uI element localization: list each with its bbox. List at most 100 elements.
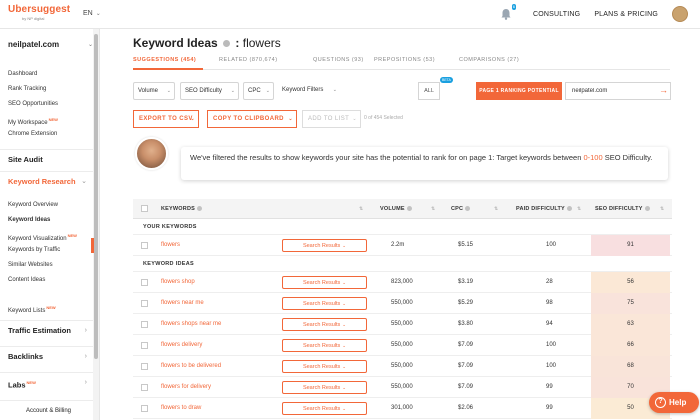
tab-related[interactable]: RELATED (870,674) (219, 57, 278, 63)
sidebar-item-dashboard[interactable]: Dashboard (8, 67, 58, 82)
sidebar-item-similar-websites[interactable]: Similar Websites (8, 258, 77, 273)
sidebar-section-traffic-estimation[interactable]: Traffic Estimation › (0, 320, 93, 340)
header-volume[interactable]: VOLUME (380, 199, 412, 219)
table-row[interactable]: flowers shops near me Search Results ⌄ 550,… (133, 314, 672, 335)
search-results-button[interactable]: Search Results ⌄ (282, 318, 367, 331)
sort-icon[interactable]: ⇅ (431, 199, 435, 219)
keyword-link[interactable]: flowers shop (161, 272, 195, 293)
sidebar-item-keywords-by-traffic[interactable]: Keywords by Traffic (8, 243, 77, 258)
keyword-link[interactable]: flowers to draw (161, 398, 201, 419)
sort-icon[interactable]: ⇅ (660, 199, 664, 219)
plans-pricing-link[interactable]: PLANS & PRICING (594, 11, 658, 18)
table-row[interactable]: flowers shop Search Results ⌄ 823,000 $3.19 2… (133, 272, 672, 293)
sidebar-item-my-workspace[interactable]: My WorkspaceNEW (8, 112, 58, 127)
keyword-filters-dropdown[interactable]: Keyword Filters ⌄ (278, 82, 340, 100)
keyword-link[interactable]: flowers near me (161, 293, 204, 314)
volume-cell: 550,000 (391, 300, 413, 306)
notification-badge: 6 (511, 4, 516, 10)
language-selector[interactable]: EN ⌄ (83, 10, 101, 17)
button-label: EXPORT TO CSV (139, 116, 193, 122)
sort-icon[interactable]: ⇅ (494, 199, 498, 219)
sidebar-section-backlinks[interactable]: Backlinks › (0, 346, 93, 366)
keyword-link[interactable]: flowers to be delivered (161, 356, 221, 377)
search-results-button[interactable]: Search Results ⌄ (282, 360, 367, 373)
chevron-down-icon: ⌄ (288, 116, 293, 122)
row-checkbox[interactable] (141, 384, 148, 391)
header-keywords[interactable]: KEYWORDS (161, 199, 202, 219)
row-checkbox[interactable] (141, 342, 148, 349)
sidebar-section-site-audit[interactable]: Site Audit (0, 149, 93, 169)
select-all-checkbox[interactable] (141, 205, 148, 212)
table-row[interactable]: flowers to be delivered Search Results ⌄ 55… (133, 356, 672, 377)
keyword-link[interactable]: flowers delivery (161, 335, 202, 356)
info-icon[interactable] (223, 40, 231, 48)
table-row[interactable]: flowers to draw Search Results ⌄ 301,000 $2.… (133, 398, 672, 419)
tab-suggestions[interactable]: SUGGESTIONS (454) (133, 57, 196, 63)
chevron-down-icon: ⌄ (342, 364, 347, 369)
header-cpc[interactable]: CPC (451, 199, 471, 219)
sidebar-section-keyword-research[interactable]: Keyword Research ⌄ (0, 171, 93, 191)
results-tabs: SUGGESTIONS (454) RELATED (870,674) QUES… (133, 57, 673, 68)
row-checkbox[interactable] (141, 300, 148, 307)
sidebar-scrollbar-thumb[interactable] (94, 34, 98, 359)
add-to-list-button[interactable]: ADD TO LIST ⌄ (302, 110, 361, 128)
row-checkbox[interactable] (141, 363, 148, 370)
site-selector[interactable]: neilpatel.com ⌄ (8, 40, 93, 49)
keyword-link[interactable]: flowers (161, 235, 180, 256)
user-avatar[interactable] (672, 6, 688, 22)
sidebar-item-chrome-extension[interactable]: Chrome Extension (8, 127, 58, 142)
table-row[interactable]: flowers Search Results ⌄ 2.2m $5.15 100 91 (133, 235, 672, 256)
sidebar-item-content-ideas[interactable]: Content Ideas (8, 273, 77, 288)
help-button[interactable]: ? Help (649, 392, 699, 413)
sidebar-section-label: Traffic Estimation (8, 326, 71, 335)
search-results-button[interactable]: Search Results ⌄ (282, 276, 367, 289)
row-checkbox[interactable] (141, 242, 148, 249)
sidebar-item-keyword-lists[interactable]: Keyword ListsNEW (8, 300, 56, 315)
paid-difficulty-cell: 99 (546, 384, 553, 390)
header-seo-difficulty[interactable]: SEO DIFFICULTY (595, 199, 650, 219)
sidebar-item-rank-tracking[interactable]: Rank Tracking (8, 82, 58, 97)
arrow-right-icon[interactable]: → (656, 82, 671, 100)
search-results-button[interactable]: Search Results ⌄ (282, 339, 367, 352)
search-results-button[interactable]: Search Results ⌄ (282, 239, 367, 252)
export-csv-button[interactable]: EXPORT TO CSV ⌄ (133, 110, 199, 128)
sort-icon[interactable]: ⇅ (359, 199, 363, 219)
header-paid-difficulty[interactable]: PAID DIFFICULTY (516, 199, 572, 219)
tab-comparisons[interactable]: COMPARISONS (27) (459, 57, 519, 63)
new-badge: NEW (67, 233, 77, 238)
button-label: COPY TO CLIPBOARD (213, 116, 284, 122)
table-row[interactable]: flowers for delivery Search Results ⌄ 550,0… (133, 377, 672, 398)
sidebar-section-labs[interactable]: LabsNEW › (0, 372, 93, 392)
copy-clipboard-button[interactable]: COPY TO CLIPBOARD ⌄ (207, 110, 297, 128)
tab-prepositions[interactable]: PREPOSITIONS (53) (374, 57, 435, 63)
sidebar-item-label: My Workspace (8, 120, 48, 126)
table-row[interactable]: flowers delivery Search Results ⌄ 550,000 $7… (133, 335, 672, 356)
keyword-link[interactable]: flowers shops near me (161, 314, 221, 335)
cpc-cell: $5.15 (458, 242, 474, 248)
sidebar-item-account-billing[interactable]: Account & Billing (0, 400, 93, 420)
sidebar-item-keyword-overview[interactable]: Keyword Overview (8, 198, 77, 213)
ubersuggest-logo[interactable]: Ubersuggest by NP digital (8, 4, 70, 21)
cpc-filter[interactable]: CPC ⌄ (243, 82, 274, 100)
sort-icon[interactable]: ⇅ (577, 199, 581, 219)
chevron-down-icon: ⌄ (95, 11, 101, 17)
chevron-down-icon: ⌄ (166, 88, 171, 94)
volume-filter[interactable]: Volume ⌄ (133, 82, 175, 100)
sidebar-item-keyword-ideas[interactable]: Keyword Ideas (8, 213, 77, 228)
page1-ranking-potential-button[interactable]: PAGE 1 RANKING POTENTIAL (476, 82, 562, 100)
sidebar-item-seo-opportunities[interactable]: SEO Opportunities (8, 97, 58, 112)
sidebar-item-keyword-visualization[interactable]: Keyword VisualizationNEW (8, 228, 77, 243)
consulting-link[interactable]: CONSULTING (533, 11, 580, 18)
search-results-button[interactable]: Search Results ⌄ (282, 381, 367, 394)
row-checkbox[interactable] (141, 405, 148, 412)
notifications-button[interactable]: 6 (499, 4, 516, 21)
tab-questions[interactable]: QUESTIONS (93) (313, 57, 364, 63)
all-button[interactable]: ALL (418, 82, 440, 100)
keyword-link[interactable]: flowers for delivery (161, 377, 211, 398)
row-checkbox[interactable] (141, 321, 148, 328)
seo-difficulty-filter[interactable]: SEO Difficulty ⌄ (180, 82, 239, 100)
search-results-button[interactable]: Search Results ⌄ (282, 297, 367, 310)
row-checkbox[interactable] (141, 279, 148, 286)
search-results-button[interactable]: Search Results ⌄ (282, 402, 367, 415)
table-row[interactable]: flowers near me Search Results ⌄ 550,000 $5.… (133, 293, 672, 314)
